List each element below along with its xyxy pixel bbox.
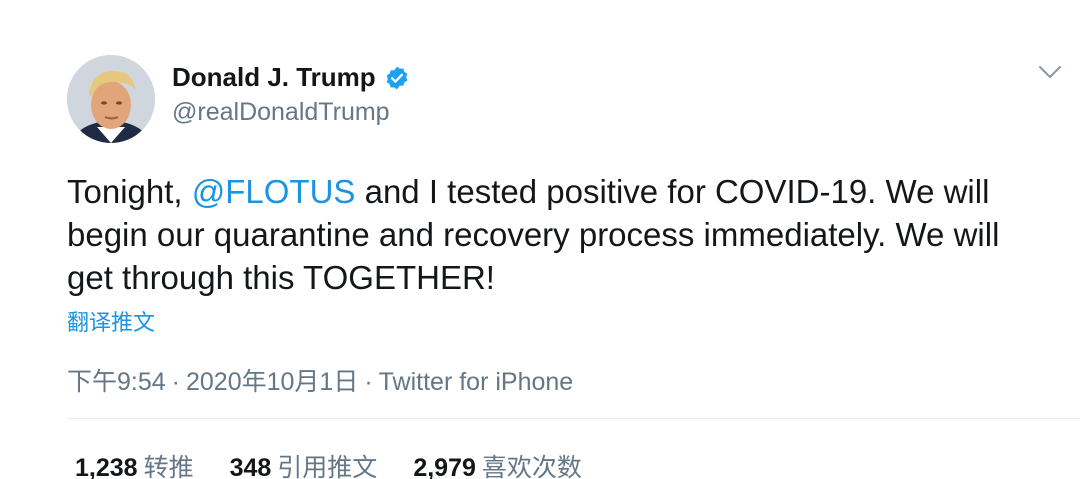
quotes-label: 引用推文 [277, 454, 378, 479]
avatar[interactable] [67, 55, 155, 143]
retweets-stat[interactable]: 1,238 转推 [75, 448, 194, 479]
likes-stat[interactable]: 2,979 喜欢次数 [413, 448, 582, 479]
tweet-stats: 1,238 转推 348 引用推文 2,979 喜欢次数 [75, 448, 618, 479]
tweet-date[interactable]: 2020年10月1日 [186, 368, 358, 396]
user-name-row: Donald J. Trump [172, 62, 410, 93]
quotes-count: 348 [229, 454, 272, 479]
retweets-count: 1,238 [75, 454, 138, 479]
tweet-meta: 下午9:54 · 2020年10月1日 · Twitter for iPhone [67, 362, 573, 398]
mention-link[interactable]: @FLOTUS [192, 173, 356, 210]
likes-label: 喜欢次数 [481, 454, 582, 479]
quotes-stat[interactable]: 348 引用推文 [230, 448, 378, 479]
avatar-image [67, 55, 155, 143]
divider [67, 418, 1080, 419]
meta-separator: · [364, 368, 373, 396]
tweet-time[interactable]: 下午9:54 [67, 368, 166, 396]
display-name[interactable]: Donald J. Trump [172, 62, 376, 93]
tweet-text: Tonight, @FLOTUS and I tested positive f… [67, 170, 1057, 299]
user-handle[interactable]: @realDonaldTrump [172, 98, 390, 127]
tweet-card: Donald J. Trump @realDonaldTrump Tonight… [0, 0, 1080, 479]
meta-separator: · [171, 368, 180, 396]
chevron-down-icon[interactable] [1038, 64, 1062, 80]
retweets-label: 转推 [143, 454, 194, 479]
tweet-source-link[interactable]: Twitter for iPhone [379, 368, 574, 396]
translate-tweet-link[interactable]: 翻译推文 [67, 305, 155, 337]
verified-badge-icon [386, 66, 407, 89]
tweet-text-start: Tonight, [67, 173, 192, 210]
likes-count: 2,979 [413, 454, 476, 479]
